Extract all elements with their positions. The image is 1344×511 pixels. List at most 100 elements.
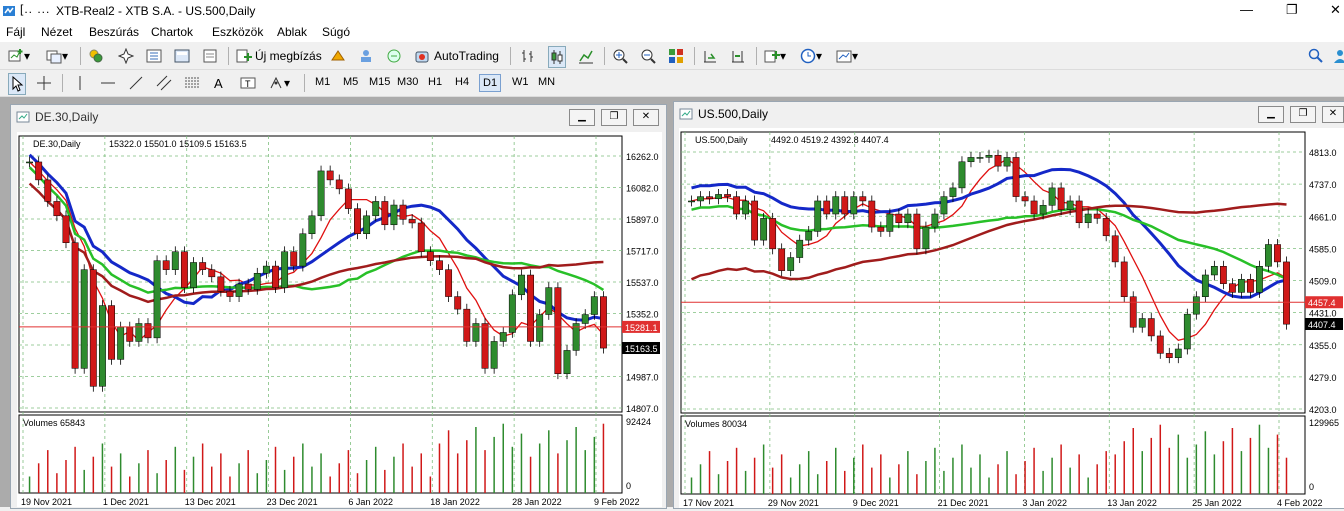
menu-insert[interactable]: Beszúrás (89, 25, 139, 39)
candle-body (98, 305, 106, 387)
ohlc-label: 15322.0 15501.0 15109.5 15163.5 (109, 139, 247, 149)
candle-body (381, 201, 389, 226)
title-bar: [.. ... XTB-Real2 - XTB S.A. - US.500,Da… (0, 0, 1344, 22)
timeframe-h4[interactable]: H4 (452, 74, 472, 90)
chart-window-us500[interactable]: US.500,Daily ▁ ❐ ✕ 4813.0 4737.0 4661.0 458… (673, 101, 1344, 509)
bar-chart-icon[interactable] (520, 46, 536, 66)
menu-window[interactable]: Ablak (277, 25, 307, 39)
chart-shift-icon[interactable] (730, 46, 746, 66)
candle-body (153, 260, 161, 339)
symbol-label: US.500,Daily (695, 135, 748, 145)
data-window-icon[interactable] (146, 46, 162, 66)
close-button[interactable]: ✕ (1330, 2, 1341, 18)
timeframe-m30[interactable]: M30 (394, 74, 421, 90)
candle-body (1174, 348, 1182, 358)
text-label-icon[interactable]: T (240, 73, 256, 93)
zoom-in-icon[interactable] (612, 46, 628, 66)
search-icon[interactable] (1308, 46, 1324, 66)
candle-body (408, 219, 416, 224)
candle-body (814, 200, 822, 232)
chart-window-de30[interactable]: DE.30,Daily ▁ ❐ ✕ 16262.0 16082.0 15897.0 1… (10, 104, 667, 509)
candle-body (35, 161, 43, 181)
date-axis-label: 18 Jan 2022 (430, 497, 480, 507)
tile-windows-icon[interactable] (668, 46, 684, 66)
de30-candlestick-chart[interactable]: 16262.0 16082.0 15897.0 15717.0 15537.0 15352… (17, 132, 662, 507)
date-axis-label: 13 Dec 2021 (185, 497, 236, 507)
candle-body (1274, 244, 1281, 263)
timeframe-h1[interactable]: H1 (425, 74, 445, 90)
chart-workspace: DE.30,Daily ▁ ❐ ✕ 16262.0 16082.0 15897.0 1… (0, 97, 1344, 509)
horizontal-line-icon[interactable] (100, 73, 116, 93)
chart-window-header[interactable]: DE.30,Daily ▁ ❐ ✕ (11, 105, 666, 129)
maximize-button[interactable]: ❐ (1286, 2, 1298, 18)
candle-body (850, 196, 858, 215)
candle-body (1057, 187, 1065, 210)
candlestick-icon[interactable] (548, 46, 566, 68)
candle-body (733, 196, 740, 215)
candle-body (1048, 187, 1056, 206)
date-axis-label: 1 Dec 2021 (103, 497, 149, 507)
profiles-icon[interactable]: ▾ (46, 46, 68, 66)
signals-icon[interactable] (330, 46, 346, 66)
terminal-icon[interactable] (174, 46, 190, 66)
chat-icon[interactable] (386, 46, 402, 66)
market-icon[interactable] (358, 46, 374, 66)
menu-tools[interactable]: Eszközök (212, 25, 263, 39)
chart-us500[interactable]: 4813.0 4737.0 4661.0 4585.0 4509.0 4431.0 4355… (679, 128, 1344, 508)
price-axis-label: 15537.0 (626, 278, 659, 288)
chart-de30[interactable]: 16262.0 16082.0 15897.0 15717.0 15537.0 15352… (17, 132, 662, 507)
chart-window-header[interactable]: US.500,Daily ▁ ❐ ✕ (674, 102, 1344, 126)
date-axis-label: 19 Nov 2021 (21, 497, 72, 507)
chart-minimize-button[interactable]: ▁ (569, 109, 595, 126)
chart-restore-button[interactable]: ❐ (601, 109, 627, 126)
text-icon[interactable]: A (214, 73, 223, 93)
volume-axis-max: 129965 (1309, 418, 1339, 428)
us500-candlestick-chart[interactable]: 4813.0 4737.0 4661.0 4585.0 4509.0 4431.0 4355… (679, 128, 1344, 508)
autotrading-button[interactable]: AutoTrading (414, 46, 499, 66)
candle-body (308, 215, 316, 235)
vertical-line-icon[interactable] (72, 73, 88, 93)
crosshair-tool-icon[interactable] (36, 73, 52, 93)
date-axis-label: 9 Feb 2022 (594, 497, 640, 507)
new-order-label: Új megbízás (255, 49, 322, 63)
price-axis-label: 14987.0 (626, 373, 659, 383)
candle-body (417, 222, 425, 252)
timeframe-m15[interactable]: M15 (366, 74, 393, 90)
new-order-button[interactable]: Új megbízás (236, 46, 322, 66)
autoscroll-icon[interactable] (702, 46, 718, 66)
menu-file[interactable]: Fájl (6, 25, 25, 39)
periods-icon[interactable]: ▾ (800, 46, 822, 66)
chart-close-button[interactable]: ✕ (1322, 106, 1344, 123)
menu-help[interactable]: Súgó (322, 25, 350, 39)
account-icon[interactable] (1332, 46, 1344, 66)
menu-charts[interactable]: Chartok (151, 25, 193, 39)
price-axis-label: 4585.0 (1309, 244, 1337, 254)
timeframe-m1[interactable]: M1 (312, 74, 333, 90)
candle-body (1247, 279, 1254, 293)
timeframe-d1[interactable]: D1 (479, 74, 502, 92)
equidistant-channel-icon[interactable] (156, 73, 172, 93)
trendline-icon[interactable] (128, 73, 144, 93)
timeframe-w1[interactable]: W1 (509, 74, 532, 90)
fibonacci-icon[interactable] (184, 73, 200, 93)
strategy-tester-icon[interactable] (202, 46, 218, 66)
chart-minimize-button[interactable]: ▁ (1258, 106, 1284, 123)
templates-icon[interactable]: ▾ (836, 46, 858, 66)
candle-body (742, 200, 750, 215)
chart-restore-button[interactable]: ❐ (1290, 106, 1316, 123)
cursor-icon[interactable] (8, 73, 26, 95)
indicators-icon[interactable]: ▾ (764, 46, 786, 66)
chart-close-button[interactable]: ✕ (633, 109, 659, 126)
minimize-button[interactable]: — (1240, 2, 1253, 17)
zoom-out-icon[interactable] (640, 46, 656, 66)
bid-price-tag: 15163.5 (625, 344, 658, 354)
timeframe-m5[interactable]: M5 (340, 74, 361, 90)
menu-view[interactable]: Nézet (41, 25, 72, 39)
market-watch-icon[interactable] (88, 46, 104, 66)
candle-body (1256, 266, 1263, 293)
navigator-icon[interactable] (118, 46, 134, 66)
arrows-icon[interactable]: ▾ (268, 73, 290, 93)
line-chart-icon[interactable] (578, 46, 594, 66)
timeframe-mn[interactable]: MN (535, 74, 558, 90)
new-chart-icon[interactable]: ▾ (8, 46, 30, 66)
